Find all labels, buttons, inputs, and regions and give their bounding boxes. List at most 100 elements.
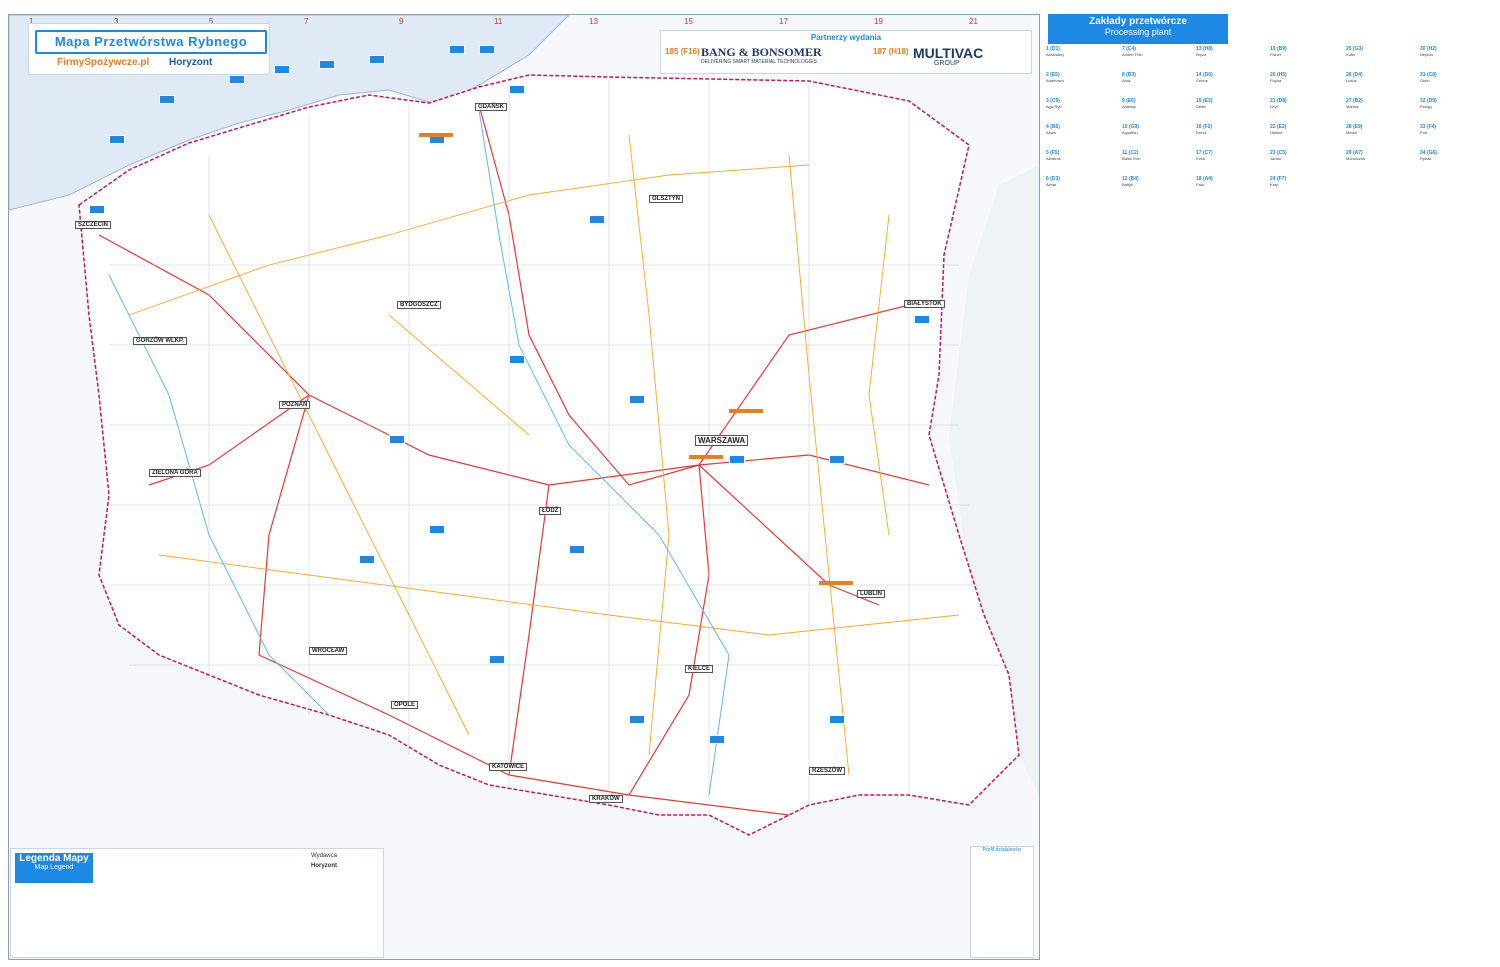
list-item[interactable]: 6 (D3) Almar <box>1046 176 1116 201</box>
city-label[interactable]: GORZÓW WLKP. <box>133 337 187 345</box>
title-box: Mapa Przetwórstwa Rybnego FirmySpożywcze… <box>28 23 270 75</box>
list-item[interactable]: 11 (C2) Baltic Fish <box>1122 150 1192 175</box>
profile-box: Profil działalności <box>970 846 1034 958</box>
city-label[interactable]: SZCZECIN <box>75 221 111 229</box>
list-item[interactable]: 2 (E5) Adamowo <box>1046 72 1116 97</box>
plant-marker[interactable] <box>829 455 845 464</box>
city-label[interactable]: GDAŃSK <box>475 103 508 111</box>
city-label[interactable]: BYDGOSZCZ <box>397 301 441 309</box>
plant-marker[interactable] <box>429 525 445 534</box>
bang-bonsomer-logo[interactable]: BANG & BONSOMER <box>701 45 822 60</box>
list-item[interactable]: 30 (H2) Neptun <box>1420 46 1490 71</box>
list-item[interactable]: 9 (E6) Atlantyk <box>1122 98 1192 123</box>
list-item[interactable]: 22 (E2) Halibut <box>1270 124 1340 149</box>
list-item[interactable]: 1 (D1) Abrahamy <box>1046 46 1116 71</box>
partner-marker[interactable] <box>729 409 763 413</box>
city-label[interactable]: OPOLE <box>391 701 419 709</box>
plant-marker[interactable] <box>479 45 495 54</box>
grid-label: 21 <box>969 17 978 26</box>
publisher-label: Wydawca <box>311 853 337 859</box>
city-label[interactable]: POZNAŃ <box>279 401 311 409</box>
city-label[interactable]: RZESZÓW <box>809 767 845 775</box>
list-item[interactable]: 16 (F2) Dorsz <box>1196 124 1266 149</box>
partner-marker[interactable] <box>819 581 853 585</box>
plant-list-column: 1 (D1) Abrahamy 2 (E5) Adamowo 3 (C9) Aga-R… <box>1046 46 1116 202</box>
list-item[interactable]: 28 (E9) Mewa <box>1346 124 1416 149</box>
city-label[interactable]: ŁÓDŹ <box>539 507 562 515</box>
partner-num: 187 (H18) <box>873 47 909 56</box>
city-label[interactable]: KRAKÓW <box>589 795 623 803</box>
plant-marker[interactable] <box>274 65 290 74</box>
grid-label: 15 <box>684 17 693 26</box>
list-item[interactable]: 3 (C9) Aga-Ryb <box>1046 98 1116 123</box>
list-item[interactable]: 27 (B2) Marina <box>1346 98 1416 123</box>
plant-marker[interactable] <box>569 545 585 554</box>
plant-marker[interactable] <box>159 95 175 104</box>
list-item[interactable]: 12 (B4) Bałtyk <box>1122 176 1192 201</box>
list-item[interactable]: 31 (C8) Okoń <box>1420 72 1490 97</box>
partners-label: Partnerzy wydania <box>810 33 882 42</box>
plant-marker[interactable] <box>449 45 465 54</box>
plant-marker[interactable] <box>109 135 125 144</box>
map-canvas[interactable]: 1 3 5 7 9 11 13 15 17 19 21 GDAŃSK SZCZE… <box>8 14 1040 960</box>
brand-horyzont[interactable]: Horyzont <box>169 57 212 68</box>
grid-label: 7 <box>304 17 309 26</box>
plant-marker[interactable] <box>509 355 525 364</box>
city-label[interactable]: LUBLIN <box>857 590 885 598</box>
plant-marker[interactable] <box>629 395 645 404</box>
list-item[interactable]: 24 (F7) Karp <box>1270 176 1340 201</box>
city-label[interactable]: WROCŁAW <box>309 647 348 655</box>
list-item[interactable]: 19 (B9) Fisher <box>1270 46 1340 71</box>
plant-marker[interactable] <box>709 735 725 744</box>
list-item[interactable]: 10 (G9) Aquafish <box>1122 124 1192 149</box>
plant-marker[interactable] <box>829 715 845 724</box>
list-item[interactable]: 5 (F5) Albatros <box>1046 150 1116 175</box>
multivac-logo[interactable]: MULTIVAC <box>913 45 983 61</box>
list-item[interactable]: 17 (C7) Evita <box>1196 150 1266 175</box>
plant-marker[interactable] <box>589 215 605 224</box>
plant-marker[interactable] <box>369 55 385 64</box>
map-legend: Legenda Mapy Map Legend Wydawca Horyzont <box>10 848 384 958</box>
plant-marker[interactable] <box>914 315 930 324</box>
plant-marker[interactable] <box>319 60 335 69</box>
list-item[interactable]: 29 (A7) Morszczuk <box>1346 150 1416 175</box>
list-item[interactable]: 25 (G3) Kuter <box>1346 46 1416 71</box>
list-item[interactable]: 7 (C4) Amber Fish <box>1122 46 1192 71</box>
list-item[interactable]: 23 (C5) Jantar <box>1270 150 1340 175</box>
list-item[interactable]: 33 (F4) Port <box>1420 124 1490 149</box>
plant-marker[interactable] <box>359 555 375 564</box>
city-label[interactable]: KIELCE <box>685 665 714 673</box>
list-item[interactable]: 32 (D9) Pstrąg <box>1420 98 1490 123</box>
list-item[interactable]: 26 (D4) Łosoś <box>1346 72 1416 97</box>
plant-marker[interactable] <box>629 715 645 724</box>
plant-list-column: 7 (C4) Amber Fish 8 (B3) Arka 9 (E6) Atlant… <box>1122 46 1192 202</box>
city-label[interactable]: ZIELONA GÓRA <box>149 469 201 477</box>
plant-marker[interactable] <box>729 455 745 464</box>
city-label[interactable]: OLSZTYN <box>649 195 683 203</box>
plant-marker[interactable] <box>489 655 505 664</box>
list-item[interactable]: 4 (B6) Akwa <box>1046 124 1116 149</box>
city-label[interactable]: WARSZAWA <box>695 435 749 446</box>
list-item[interactable]: 14 (D6) Certus <box>1196 72 1266 97</box>
list-item[interactable]: 15 (E3) Delfin <box>1196 98 1266 123</box>
partner-marker[interactable] <box>689 455 723 459</box>
list-item[interactable]: 21 (D8) Gryf <box>1270 98 1340 123</box>
legend-subtitle: Map Legend <box>34 864 74 871</box>
grid-label: 19 <box>874 17 883 26</box>
list-item[interactable]: 18 (A4) Fala <box>1196 176 1266 201</box>
list-item[interactable]: 20 (H5) Flądra <box>1270 72 1340 97</box>
list-item[interactable]: 34 (G6) Rybak <box>1420 150 1490 175</box>
plant-marker[interactable] <box>509 85 525 94</box>
partners-box: Partnerzy wydania 185 (F16) BANG & BONSO… <box>660 30 1032 74</box>
brand-firmyspozywcze[interactable]: FirmySpożywcze.pl <box>57 57 149 68</box>
plant-list-column: 25 (G3) Kuter 26 (D4) Łosoś 27 (B2) Marina … <box>1346 46 1416 176</box>
partner-marker[interactable] <box>419 133 453 137</box>
plant-list-column: 30 (H2) Neptun 31 (C8) Okoń 32 (D9) Pstrąg … <box>1420 46 1490 176</box>
plant-marker[interactable] <box>389 435 405 444</box>
city-label[interactable]: KATOWICE <box>489 763 528 771</box>
city-label[interactable]: BIAŁYSTOK <box>904 300 945 308</box>
list-item[interactable]: 8 (B3) Arka <box>1122 72 1192 97</box>
list-item[interactable]: 13 (H8) Bryza <box>1196 46 1266 71</box>
plant-marker[interactable] <box>229 75 245 84</box>
plant-marker[interactable] <box>89 205 105 214</box>
